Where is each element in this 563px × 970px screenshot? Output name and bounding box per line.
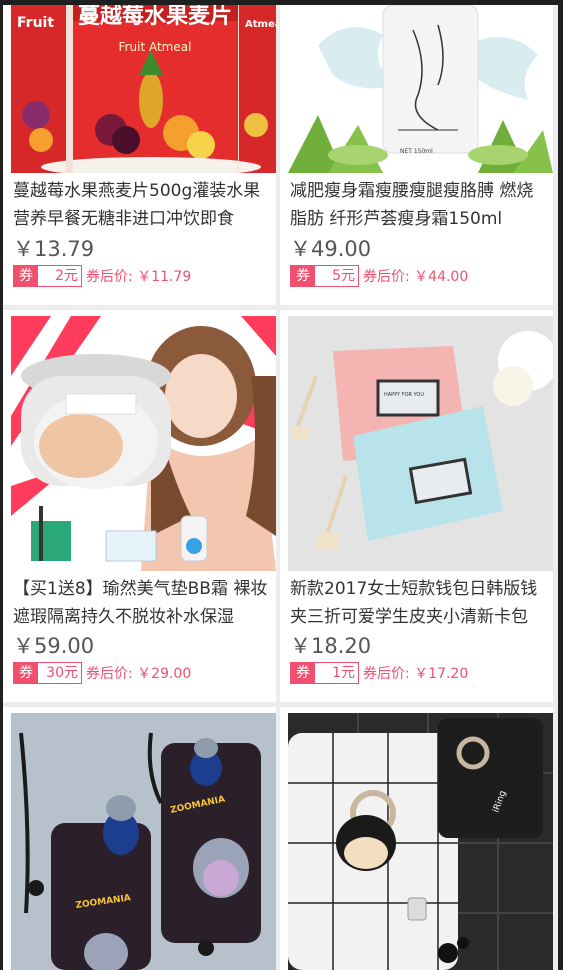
coupon-amount: 5元 [315,266,358,286]
product-price: ￥13.79 [13,237,95,261]
oatmeal-cans-image: 蔓越莓水果麦片 Fruit Atmeal Fruit Atmea [11,5,276,173]
coupon-amount: 1元 [315,663,358,683]
svg-text:NET 150ml: NET 150ml [400,148,433,155]
product-list-page: 蔓越莓水果麦片 Fruit Atmeal Fruit Atmea 蔓越莓水果燕麦… [0,0,563,970]
product-card[interactable]: iRing [280,707,553,970]
svg-text:蔓越莓水果麦片: 蔓越莓水果麦片 [78,5,232,29]
svg-text:HAPPY FOR YOU: HAPPY FOR YOU [384,392,424,398]
product-image[interactable]: iRing [288,713,553,970]
product-image[interactable]: ZOOMANIA ZOOMANIA [11,713,276,970]
coupon-row[interactable]: 券 5元 券后价: ￥44.00 [290,265,468,287]
after-coupon-price: 券后价: ￥44.00 [363,269,469,285]
wallets-image: HAPPY FOR YOU [288,316,553,571]
product-card[interactable]: 蔓越莓水果麦片 Fruit Atmeal Fruit Atmea 蔓越莓水果燕麦… [3,5,276,305]
phone-case-zootopia-image: ZOOMANIA ZOOMANIA [11,713,276,970]
coupon-row[interactable]: 券 30元 券后价: ￥29.00 [13,662,191,684]
product-price: ￥59.00 [13,634,95,658]
coupon-label: 券 [291,663,315,683]
cushion-bb-cream-image [11,316,276,571]
coupon-label: 券 [14,663,38,683]
product-title[interactable]: 蔓越莓水果燕麦片500g灌装水果营养早餐无糖非进口冲饮即食 [13,177,272,233]
coupon-amount: 30元 [38,663,81,683]
coupon-badge[interactable]: 券 30元 [13,662,82,684]
slimming-cream-tube-image: NET 150ml [288,5,553,173]
coupon-label: 券 [14,266,38,286]
coupon-badge[interactable]: 券 2元 [13,265,82,287]
product-card[interactable]: HAPPY FOR YOU 新款2017女士短款钱包日韩版钱夹三折可爱学生皮夹小… [280,310,553,702]
product-price: ￥18.20 [290,634,372,658]
coupon-row[interactable]: 券 1元 券后价: ￥17.20 [290,662,468,684]
product-image[interactable] [11,316,276,571]
product-title[interactable]: 减肥瘦身霜瘦腰瘦腿瘦胳膊 燃烧脂肪 纤形芦荟瘦身霜150ml [290,177,549,233]
product-image[interactable]: HAPPY FOR YOU [288,316,553,571]
product-card[interactable]: 【买1送8】瑜然美气垫BB霜 裸妆遮瑕隔离持久不脱妆补水保湿 ￥59.00 券 … [3,310,276,702]
coupon-badge[interactable]: 券 5元 [290,265,359,287]
product-title[interactable]: 新款2017女士短款钱包日韩版钱夹三折可爱学生皮夹小清新卡包 [290,575,549,631]
product-card[interactable]: ZOOMANIA ZOOMANIA [3,707,276,970]
product-image[interactable]: NET 150ml [288,5,553,173]
coupon-amount: 2元 [38,266,81,286]
product-price: ￥49.00 [290,237,372,261]
product-title[interactable]: 【买1送8】瑜然美气垫BB霜 裸妆遮瑕隔离持久不脱妆补水保湿 [13,575,272,631]
svg-text:Fruit: Fruit [17,15,54,31]
after-coupon-price: 券后价: ￥11.79 [86,269,192,285]
right-edge [558,0,563,970]
after-coupon-price: 券后价: ￥29.00 [86,666,192,682]
product-image[interactable]: 蔓越莓水果麦片 Fruit Atmeal Fruit Atmea [11,5,276,173]
coupon-badge[interactable]: 券 1元 [290,662,359,684]
svg-text:Atmea: Atmea [245,19,276,30]
coupon-row[interactable]: 券 2元 券后价: ￥11.79 [13,265,191,287]
svg-text:Fruit Atmeal: Fruit Atmeal [119,40,192,54]
phone-case-ring-image: iRing [288,713,553,970]
after-coupon-price: 券后价: ￥17.20 [363,666,469,682]
coupon-label: 券 [291,266,315,286]
product-card[interactable]: NET 150ml 减肥瘦身霜瘦腰瘦腿瘦胳膊 燃烧脂肪 纤形芦荟瘦身霜150ml… [280,5,553,305]
